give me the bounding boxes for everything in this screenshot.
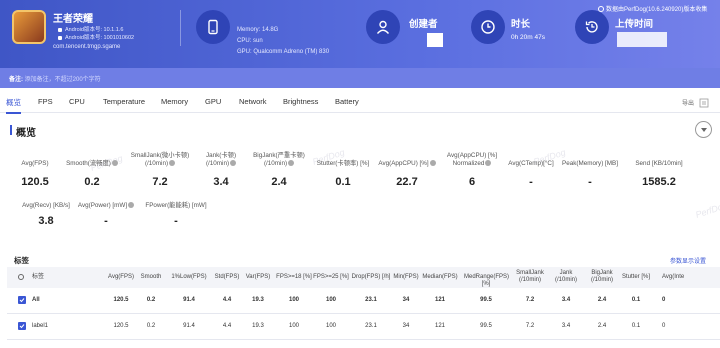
divider	[180, 10, 181, 46]
table-cell: 0.1	[631, 323, 641, 329]
table-cell: 23.1	[365, 297, 377, 303]
table-cell: 121	[434, 297, 445, 303]
table-cell: 91.4	[183, 297, 195, 303]
column-header[interactable]: 标签	[26, 274, 50, 281]
note-bar	[0, 68, 720, 88]
row-label: label1	[32, 323, 49, 329]
help-icon[interactable]	[288, 160, 295, 167]
table-cell: 99.5	[480, 323, 492, 329]
duration-value: 0h 20m 47s	[511, 34, 545, 41]
tab-bar: 概览 FPS CPU Temperature Memory GPU Networ…	[0, 92, 720, 113]
table-cell: 7.2	[525, 323, 535, 329]
metric-label: Send [KB/10min]	[635, 160, 683, 167]
tab-brightness[interactable]: Brightness	[283, 97, 318, 106]
overview-title: 概览	[16, 128, 36, 139]
app-icon	[12, 10, 46, 44]
history-icon	[575, 10, 609, 44]
gpu-info: GPU: Qualcomm Adreno (TM) 830	[237, 49, 330, 55]
tab-temperature[interactable]: Temperature	[103, 97, 145, 106]
tab-memory[interactable]: Memory	[161, 97, 188, 106]
table-cell: 91.4	[183, 323, 195, 329]
creator-label: 创建者	[409, 19, 438, 30]
clock-icon	[471, 10, 505, 44]
table-cell: 19.3	[252, 297, 264, 303]
collapse-toggle[interactable]	[695, 121, 712, 138]
gear-icon[interactable]	[18, 274, 24, 280]
table-cell: 3.4	[561, 297, 571, 303]
memory-info: Memory: 14.8G	[237, 27, 279, 33]
metric-value: 1585.2	[642, 176, 676, 188]
phone-icon	[196, 10, 230, 44]
tab-overview[interactable]: 概览	[6, 97, 21, 108]
column-header[interactable]: Median(FPS)	[418, 274, 462, 281]
info-icon	[598, 6, 604, 13]
table-cell: 0	[662, 323, 666, 329]
column-header[interactable]: Avg(Inte	[662, 274, 702, 281]
creator-redacted	[427, 33, 443, 47]
row-checkbox[interactable]	[18, 322, 26, 330]
table-cell: 23.1	[365, 323, 377, 329]
table-cell: 7.2	[525, 297, 535, 303]
android-icon	[58, 27, 62, 32]
column-header[interactable]: Stutter [%]	[614, 274, 658, 281]
table-cell: 100	[325, 297, 336, 303]
tab-battery[interactable]: Battery	[335, 97, 359, 106]
row-divider	[7, 339, 720, 340]
tab-gpu[interactable]: GPU	[205, 97, 221, 106]
table-cell: 100	[325, 323, 336, 329]
metric-label: FPower(能能耗) [mW]	[145, 202, 207, 209]
note-field[interactable]: 备注: 添加备注，不超过200个字符	[9, 74, 101, 83]
android-build: Android版本号: 1001010602	[58, 33, 134, 41]
row-divider	[7, 313, 720, 314]
help-icon[interactable]	[169, 160, 176, 167]
table-cell: 100	[288, 297, 299, 303]
export-button[interactable]: 导出	[682, 98, 709, 108]
row-checkbox[interactable]	[18, 296, 26, 304]
export-icon	[699, 99, 709, 108]
tab-fps[interactable]: FPS	[38, 97, 53, 106]
active-tab-indicator	[6, 112, 21, 114]
table-cell: 0	[662, 297, 666, 303]
table-cell: 3.4	[561, 323, 571, 329]
chevron-down-icon	[700, 127, 707, 132]
watermark: PerfDog	[694, 200, 720, 220]
note-placeholder: 添加备注，不超过200个字符	[24, 77, 101, 83]
upload-label: 上传时间	[615, 19, 654, 30]
tab-cpu[interactable]: CPU	[69, 97, 85, 106]
app-name: 王者荣耀	[53, 14, 93, 25]
metric-value: -	[104, 215, 108, 227]
android-icon	[58, 35, 62, 40]
cpu-info: CPU: sun	[237, 38, 263, 44]
source-note: 数据由PerfDog(10.6.240920)版本收集	[598, 4, 707, 13]
labels-title: 标签	[14, 256, 29, 265]
metric-value: -	[174, 215, 178, 227]
table-cell: 99.5	[480, 297, 492, 303]
column-header[interactable]: MedRange(FPS)[%]	[464, 274, 509, 288]
upload-redacted	[617, 32, 667, 47]
android-version: Android版本号: 10.1.1.6	[58, 25, 123, 33]
metric-value: -	[588, 176, 592, 188]
duration-label: 时长	[511, 19, 531, 30]
table-cell: 0.2	[146, 323, 156, 329]
table-cell: 19.3	[252, 323, 264, 329]
package-name: com.tencent.tmgp.sgame	[53, 44, 121, 50]
user-icon	[366, 10, 400, 44]
table-cell: 0.1	[631, 297, 641, 303]
table-cell: 0.2	[146, 297, 156, 303]
row-label: All	[32, 297, 40, 303]
column-header[interactable]: FPS>=25 [%]	[309, 274, 353, 281]
section-marker	[10, 125, 12, 135]
column-settings-link[interactable]: 参数显示设置	[670, 256, 706, 265]
table-cell: 121	[434, 323, 445, 329]
tab-network[interactable]: Network	[239, 97, 267, 106]
table-cell: 100	[288, 323, 299, 329]
